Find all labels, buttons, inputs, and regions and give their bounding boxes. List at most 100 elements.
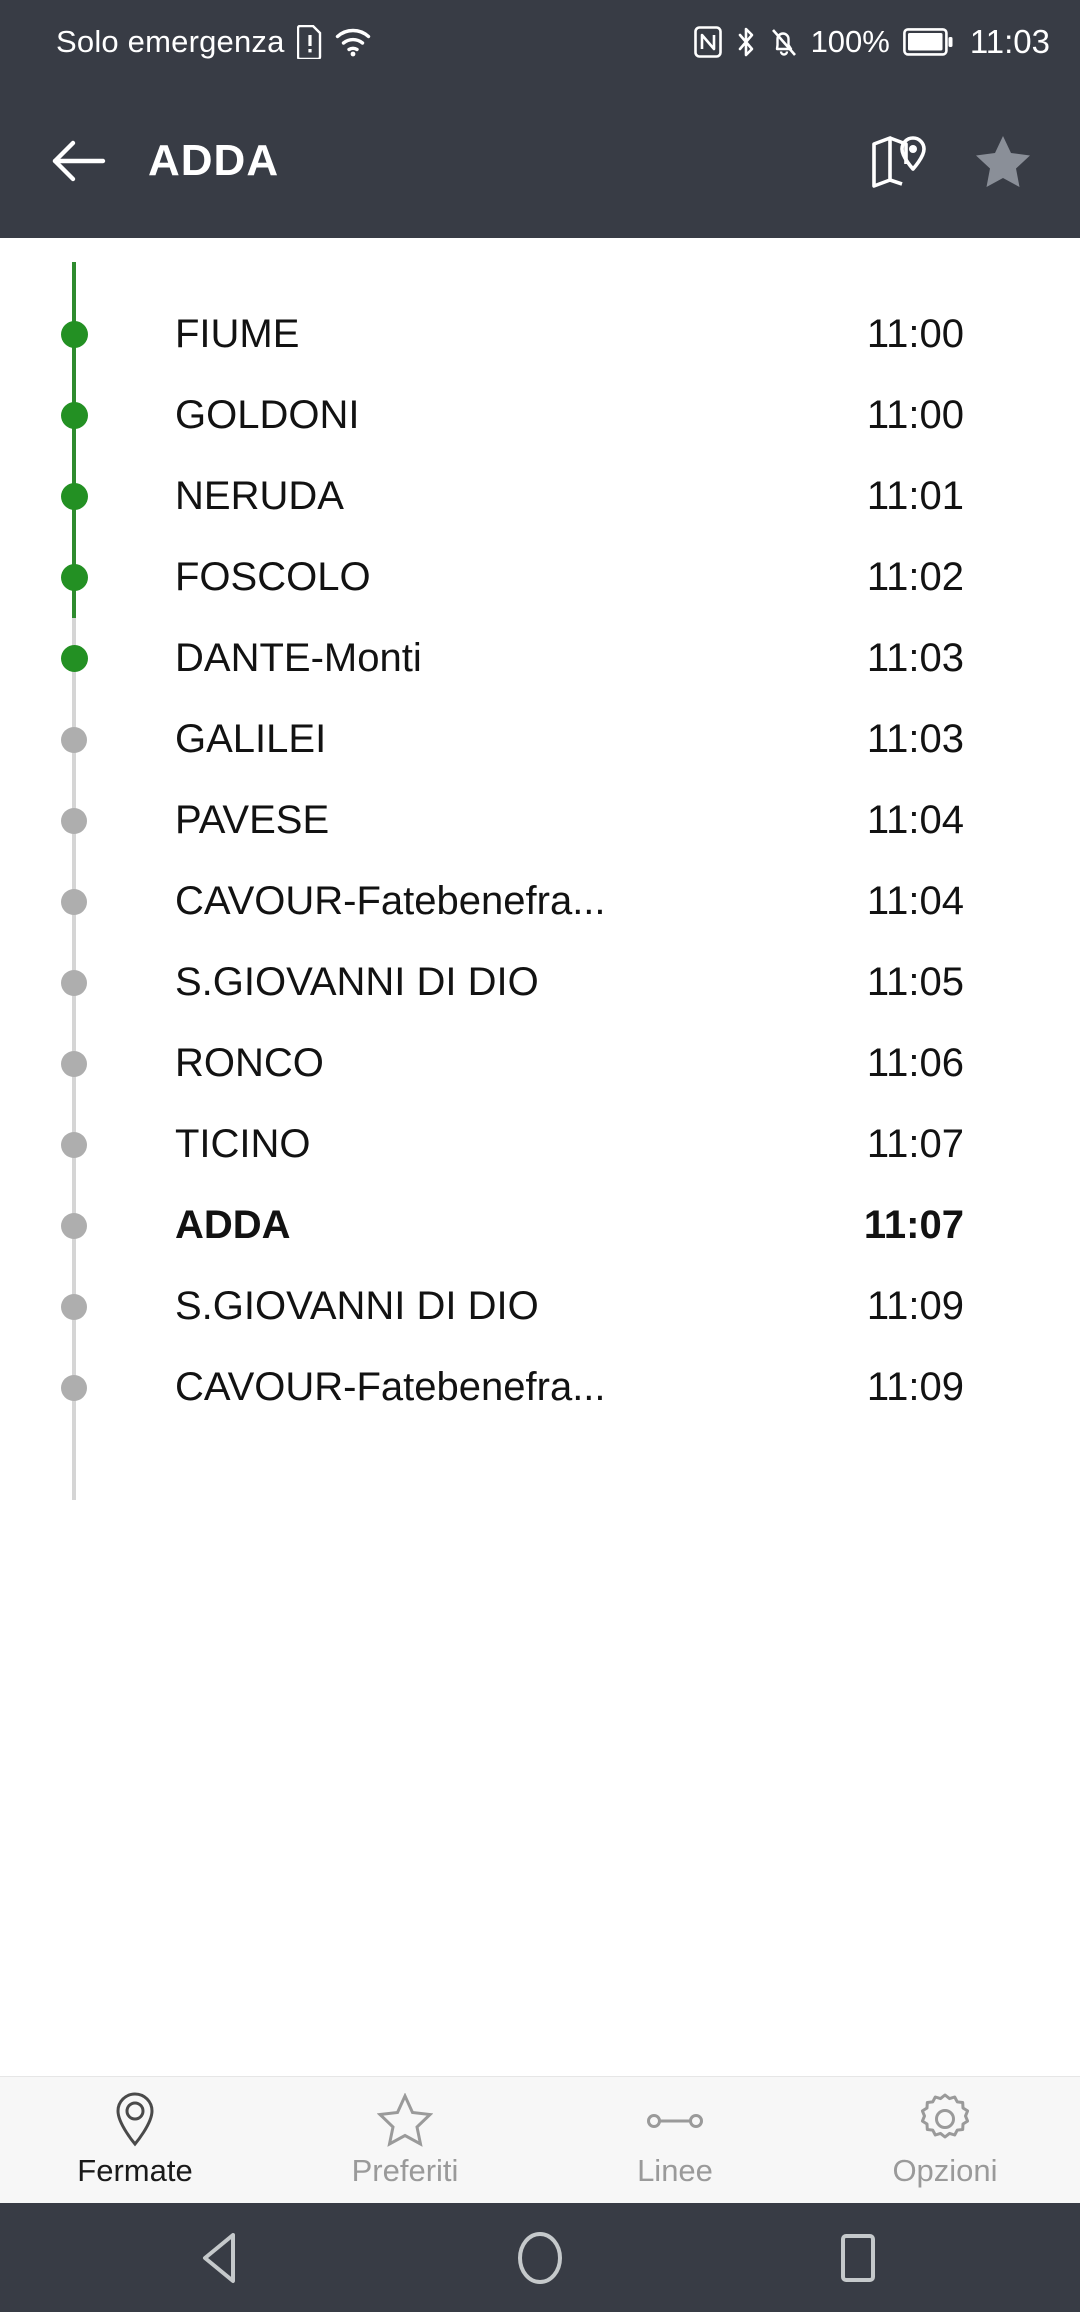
star-icon bbox=[974, 133, 1032, 189]
nav-item-fermate[interactable]: Fermate bbox=[0, 2077, 270, 2203]
stop-time: 11:07 bbox=[863, 1203, 964, 1247]
stop-name: GALILEI bbox=[175, 717, 327, 761]
android-home-button[interactable] bbox=[492, 2210, 588, 2306]
stop-time: 11:01 bbox=[866, 474, 964, 518]
status-bar: Solo emergenza 100% 11:03 bbox=[0, 0, 1080, 84]
back-triangle-icon bbox=[197, 2231, 247, 2285]
gear-icon bbox=[917, 2091, 973, 2147]
stop-list: FIUME 11:00 GOLDONI 11:00 NERUDA 11:01 FOSCOLO… bbox=[0, 238, 1080, 1500]
stop-name: CAVOUR-Fatebenefra... bbox=[175, 1365, 606, 1409]
stop-dot-upcoming bbox=[61, 1374, 87, 1401]
battery-percent-label: 100% bbox=[810, 24, 890, 59]
nav-item-opzioni[interactable]: Opzioni bbox=[810, 2077, 1080, 2203]
stop-row[interactable]: NERUDA 11:01 bbox=[0, 456, 1080, 537]
phone-screen: Solo emergenza 100% 11:03 ADDA FIUME 11:… bbox=[0, 0, 1080, 2312]
stop-name: FOSCOLO bbox=[175, 555, 371, 599]
wifi-icon bbox=[335, 27, 371, 57]
stop-dot-upcoming bbox=[61, 888, 87, 915]
stop-name: PAVESE bbox=[175, 798, 330, 842]
stop-dot-upcoming bbox=[61, 1293, 87, 1320]
stop-name: S.GIOVANNI DI DIO bbox=[175, 1284, 539, 1328]
stop-time: 11:00 bbox=[866, 393, 964, 437]
nfc-icon bbox=[693, 26, 722, 58]
sim-alert-icon bbox=[296, 25, 323, 59]
stop-name: GOLDONI bbox=[175, 393, 360, 437]
back-button[interactable] bbox=[40, 122, 118, 200]
stop-list-top-spacer bbox=[0, 238, 1080, 294]
stop-name: S.GIOVANNI DI DIO bbox=[175, 960, 539, 1004]
stop-row[interactable]: FOSCOLO 11:02 bbox=[0, 537, 1080, 618]
nav-label-opzioni: Opzioni bbox=[892, 2153, 998, 2188]
stop-row[interactable]: CAVOUR-Fatebenefra... 11:04 bbox=[0, 861, 1080, 942]
mute-bell-icon bbox=[770, 26, 798, 58]
stop-time: 11:00 bbox=[866, 312, 964, 356]
stop-dot-upcoming bbox=[61, 969, 87, 996]
stop-row[interactable]: GALILEI 11:03 bbox=[0, 699, 1080, 780]
stop-list-container[interactable]: FIUME 11:00 GOLDONI 11:00 NERUDA 11:01 FOSCOLO… bbox=[0, 238, 1080, 2076]
stop-row[interactable]: RONCO 11:06 bbox=[0, 1023, 1080, 1104]
stop-time: 11:05 bbox=[866, 960, 964, 1004]
status-bar-left: Solo emergenza bbox=[56, 24, 371, 60]
stop-dot-passed bbox=[60, 483, 88, 510]
stop-dot-passed bbox=[60, 402, 88, 429]
stop-row[interactable]: DANTE-Monti 11:03 bbox=[0, 618, 1080, 699]
stop-time: 11:06 bbox=[866, 1041, 964, 1085]
map-button[interactable] bbox=[856, 118, 942, 204]
stop-row[interactable]: S.GIOVANNI DI DIO 11:09 bbox=[0, 1266, 1080, 1347]
app-bar: ADDA bbox=[0, 84, 1080, 238]
home-circle-icon bbox=[514, 2230, 566, 2286]
page-title: ADDA bbox=[148, 136, 280, 185]
favorite-button[interactable] bbox=[960, 118, 1046, 204]
star-outline-icon bbox=[377, 2091, 433, 2147]
stop-name: FIUME bbox=[175, 312, 300, 356]
stop-dot-upcoming bbox=[61, 726, 87, 753]
nav-item-preferiti[interactable]: Preferiti bbox=[270, 2077, 540, 2203]
bluetooth-icon bbox=[735, 26, 757, 58]
stop-name: TICINO bbox=[175, 1122, 311, 1166]
nav-label-fermate: Fermate bbox=[77, 2153, 193, 2188]
stop-name: CAVOUR-Fatebenefra... bbox=[175, 879, 606, 923]
stop-time: 11:02 bbox=[866, 555, 964, 599]
android-navigation-bar bbox=[0, 2203, 1080, 2312]
stop-dot-upcoming bbox=[61, 807, 87, 834]
map-pin-icon bbox=[868, 130, 930, 192]
stop-time: 11:09 bbox=[866, 1365, 964, 1409]
stop-dot-upcoming bbox=[61, 1050, 87, 1077]
stop-row[interactable]: PAVESE 11:04 bbox=[0, 780, 1080, 861]
stop-row[interactable]: GOLDONI 11:00 bbox=[0, 375, 1080, 456]
battery-icon bbox=[902, 28, 953, 56]
status-bar-right: 100% 11:03 bbox=[693, 23, 1050, 61]
stop-time: 11:03 bbox=[866, 636, 964, 680]
stop-dot-upcoming bbox=[61, 1131, 87, 1158]
android-recents-button[interactable] bbox=[810, 2210, 906, 2306]
nav-label-preferiti: Preferiti bbox=[351, 2153, 459, 2188]
stop-time: 11:07 bbox=[866, 1122, 964, 1166]
stop-name: ADDA bbox=[175, 1203, 291, 1247]
line-route-icon bbox=[644, 2091, 706, 2147]
stop-row[interactable]: S.GIOVANNI DI DIO 11:05 bbox=[0, 942, 1080, 1023]
stop-row[interactable]: ADDA 11:07 bbox=[0, 1185, 1080, 1266]
stop-time: 11:03 bbox=[866, 717, 964, 761]
stop-dot-passed bbox=[60, 564, 88, 591]
back-arrow-icon bbox=[51, 139, 107, 183]
stop-dot-upcoming bbox=[61, 1212, 87, 1239]
stop-row[interactable]: CAVOUR-Fatebenefra... 11:09 bbox=[0, 1347, 1080, 1428]
stop-time: 11:04 bbox=[866, 798, 964, 842]
nav-item-linee[interactable]: Linee bbox=[540, 2077, 810, 2203]
status-clock: 11:03 bbox=[969, 23, 1050, 60]
stop-dot-passed bbox=[60, 321, 88, 348]
stop-name: DANTE-Monti bbox=[175, 636, 422, 680]
nav-label-linee: Linee bbox=[637, 2153, 713, 2188]
stop-time: 11:04 bbox=[866, 879, 964, 923]
stop-row[interactable]: TICINO 11:07 bbox=[0, 1104, 1080, 1185]
carrier-label: Solo emergenza bbox=[56, 24, 285, 59]
stop-dot-passed bbox=[60, 645, 88, 672]
stop-name: NERUDA bbox=[175, 474, 344, 518]
stop-time: 11:09 bbox=[866, 1284, 964, 1328]
stop-name: RONCO bbox=[175, 1041, 324, 1085]
android-back-button[interactable] bbox=[174, 2210, 270, 2306]
location-pin-icon bbox=[109, 2091, 161, 2147]
stop-row[interactable]: FIUME 11:00 bbox=[0, 294, 1080, 375]
timeline-rail-tail bbox=[72, 1428, 76, 1500]
recents-square-icon bbox=[835, 2231, 881, 2285]
